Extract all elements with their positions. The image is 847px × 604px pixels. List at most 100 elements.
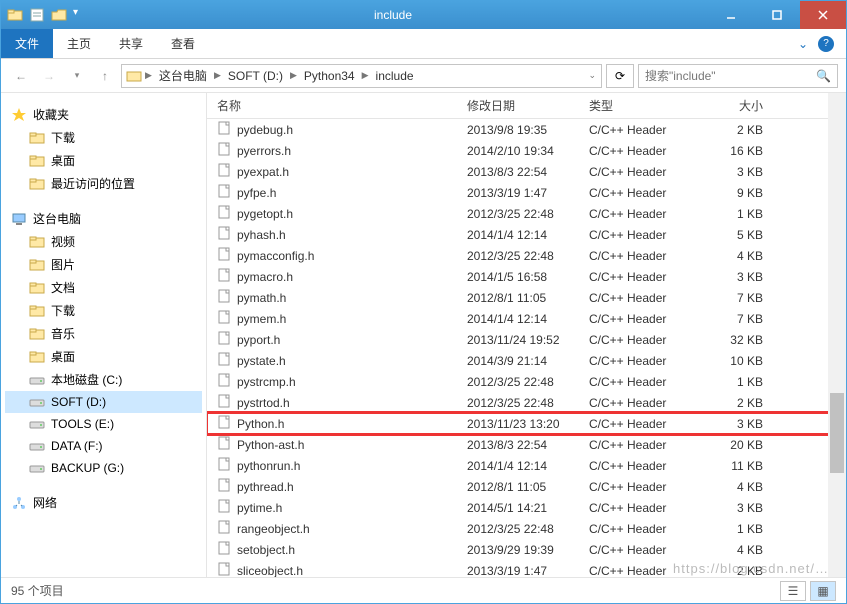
file-row[interactable]: Python.h 2013/11/23 13:20 C/C++ Header 3… <box>207 413 846 434</box>
file-row[interactable]: pymem.h 2014/1/4 12:14 C/C++ Header 7 KB <box>207 308 846 329</box>
file-icon <box>217 541 231 558</box>
file-row[interactable]: pygetopt.h 2012/3/25 22:48 C/C++ Header … <box>207 203 846 224</box>
file-size: 10 KB <box>701 354 781 368</box>
sidebar-item[interactable]: BACKUP (G:) <box>5 457 202 479</box>
sidebar-item[interactable]: TOOLS (E:) <box>5 413 202 435</box>
sidebar-network-header[interactable]: 网络 <box>5 491 202 514</box>
file-type: C/C++ Header <box>589 354 701 368</box>
sidebar-item[interactable]: 下载 <box>5 126 202 149</box>
file-size: 3 KB <box>701 270 781 284</box>
tab-share[interactable]: 共享 <box>105 29 157 58</box>
file-type: C/C++ Header <box>589 480 701 494</box>
file-icon <box>217 457 231 474</box>
file-row[interactable]: Python-ast.h 2013/8/3 22:54 C/C++ Header… <box>207 434 846 455</box>
file-size: 7 KB <box>701 312 781 326</box>
breadcrumb[interactable]: include <box>372 67 418 85</box>
star-icon <box>11 107 27 123</box>
expand-ribbon-icon[interactable]: ⌄ <box>798 37 808 51</box>
tab-file[interactable]: 文件 <box>1 29 53 58</box>
file-size: 9 KB <box>701 186 781 200</box>
file-name: pytime.h <box>237 501 282 515</box>
scrollbar[interactable] <box>828 93 846 577</box>
close-button[interactable] <box>800 1 846 29</box>
file-row[interactable]: pymacro.h 2014/1/5 16:58 C/C++ Header 3 … <box>207 266 846 287</box>
breadcrumb[interactable]: 这台电脑 <box>155 65 211 86</box>
sidebar-item[interactable]: 桌面 <box>5 149 202 172</box>
file-date: 2014/5/1 14:21 <box>467 501 589 515</box>
file-icon <box>217 163 231 180</box>
search-input[interactable]: 搜索"include" 🔍 <box>638 64 838 88</box>
file-row[interactable]: pyhash.h 2014/1/4 12:14 C/C++ Header 5 K… <box>207 224 846 245</box>
sidebar-item[interactable]: 图片 <box>5 253 202 276</box>
file-row[interactable]: pydebug.h 2013/9/8 19:35 C/C++ Header 2 … <box>207 119 846 140</box>
file-name: pythonrun.h <box>237 459 300 473</box>
refresh-button[interactable]: ⟳ <box>606 64 634 88</box>
col-date[interactable]: 修改日期 <box>467 97 589 114</box>
nav-up-button[interactable]: ↑ <box>93 64 117 88</box>
file-date: 2013/8/3 22:54 <box>467 438 589 452</box>
sidebar-item[interactable]: 下载 <box>5 299 202 322</box>
file-name: pyport.h <box>237 333 280 347</box>
help-icon[interactable]: ? <box>818 36 834 52</box>
titlebar[interactable]: ▾ include <box>1 1 846 29</box>
sidebar-item[interactable]: 最近访问的位置 <box>5 172 202 195</box>
properties-icon[interactable] <box>29 7 45 23</box>
file-type: C/C++ Header <box>589 228 701 242</box>
file-icon <box>217 310 231 327</box>
sidebar-favorites-header[interactable]: 收藏夹 <box>5 103 202 126</box>
col-name[interactable]: 名称 <box>207 97 467 114</box>
address-bar[interactable]: ▶ 这台电脑▶ SOFT (D:)▶ Python34▶ include ⌄ <box>121 64 602 88</box>
tab-view[interactable]: 查看 <box>157 29 209 58</box>
file-icon <box>217 247 231 264</box>
nav-forward-button[interactable]: → <box>37 64 61 88</box>
open-folder-icon[interactable] <box>51 7 67 23</box>
file-row[interactable]: pystate.h 2014/3/9 21:14 C/C++ Header 10… <box>207 350 846 371</box>
file-row[interactable]: pymath.h 2012/8/1 11:05 C/C++ Header 7 K… <box>207 287 846 308</box>
file-icon <box>217 121 231 138</box>
sidebar-item[interactable]: 桌面 <box>5 345 202 368</box>
column-headers: 名称 修改日期 类型 大小 <box>207 93 846 119</box>
file-row[interactable]: pytime.h 2014/5/1 14:21 C/C++ Header 3 K… <box>207 497 846 518</box>
file-row[interactable]: pyport.h 2013/11/24 19:52 C/C++ Header 3… <box>207 329 846 350</box>
file-size: 2 KB <box>701 123 781 137</box>
maximize-button[interactable] <box>754 1 800 29</box>
file-name: setobject.h <box>237 543 295 557</box>
file-row[interactable]: pyerrors.h 2014/2/10 19:34 C/C++ Header … <box>207 140 846 161</box>
sidebar-thispc-header[interactable]: 这台电脑 <box>5 207 202 230</box>
sidebar-item[interactable]: 文档 <box>5 276 202 299</box>
nav-back-button[interactable]: ← <box>9 64 33 88</box>
col-type[interactable]: 类型 <box>589 97 701 114</box>
view-icons-button[interactable]: ▦ <box>810 581 836 601</box>
file-name: pymem.h <box>237 312 286 326</box>
breadcrumb[interactable]: Python34 <box>300 67 359 85</box>
file-icon <box>217 436 231 453</box>
file-row[interactable]: pythread.h 2012/8/1 11:05 C/C++ Header 4… <box>207 476 846 497</box>
sidebar-group-network: 网络 <box>5 491 202 514</box>
scrollbar-thumb[interactable] <box>830 393 844 473</box>
file-row[interactable]: pyexpat.h 2013/8/3 22:54 C/C++ Header 3 … <box>207 161 846 182</box>
file-row[interactable]: pymacconfig.h 2012/3/25 22:48 C/C++ Head… <box>207 245 846 266</box>
nav-recent-button[interactable]: ▾ <box>65 64 89 88</box>
file-row[interactable]: pythonrun.h 2014/1/4 12:14 C/C++ Header … <box>207 455 846 476</box>
file-row[interactable]: pystrtod.h 2012/3/25 22:48 C/C++ Header … <box>207 392 846 413</box>
sidebar-item[interactable]: 本地磁盘 (C:) <box>5 368 202 391</box>
qat: ▾ <box>1 7 78 23</box>
breadcrumb[interactable]: SOFT (D:) <box>224 67 287 85</box>
file-row[interactable]: rangeobject.h 2012/3/25 22:48 C/C++ Head… <box>207 518 846 539</box>
file-name: pythread.h <box>237 480 294 494</box>
tab-home[interactable]: 主页 <box>53 29 105 58</box>
minimize-button[interactable] <box>708 1 754 29</box>
file-row[interactable]: pyfpe.h 2013/3/19 1:47 C/C++ Header 9 KB <box>207 182 846 203</box>
sidebar-item[interactable]: SOFT (D:) <box>5 391 202 413</box>
col-size[interactable]: 大小 <box>701 97 781 114</box>
computer-icon <box>11 211 27 227</box>
file-row[interactable]: pystrcmp.h 2012/3/25 22:48 C/C++ Header … <box>207 371 846 392</box>
file-row[interactable]: setobject.h 2013/9/29 19:39 C/C++ Header… <box>207 539 846 560</box>
view-details-button[interactable]: ☰ <box>780 581 806 601</box>
sidebar-item[interactable]: DATA (F:) <box>5 435 202 457</box>
file-name: sliceobject.h <box>237 564 303 578</box>
file-size: 32 KB <box>701 333 781 347</box>
address-dropdown-icon[interactable]: ⌄ <box>587 70 597 81</box>
sidebar-item[interactable]: 视频 <box>5 230 202 253</box>
sidebar-item[interactable]: 音乐 <box>5 322 202 345</box>
